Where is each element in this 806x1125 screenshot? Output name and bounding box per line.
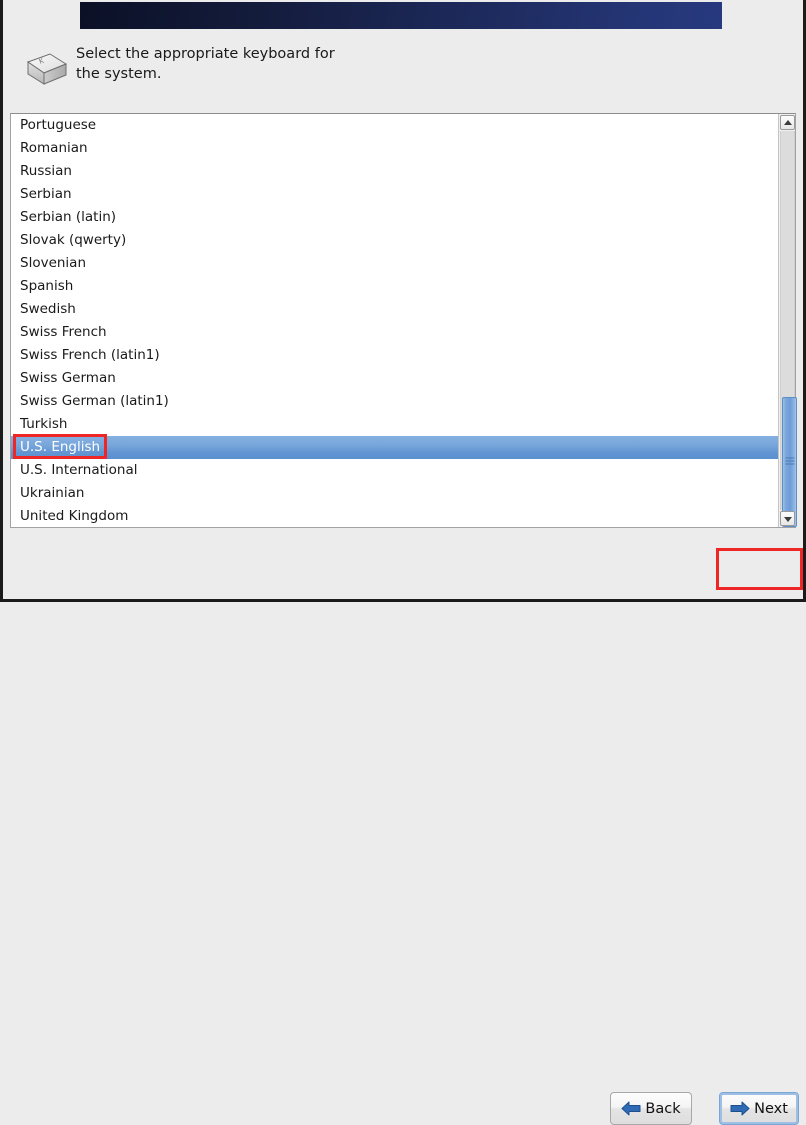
scrollbar-grip-icon	[785, 457, 794, 467]
list-item[interactable]: United Kingdom	[11, 505, 778, 527]
keyboard-key-icon: K	[16, 50, 68, 92]
list-item[interactable]: Spanish	[11, 275, 778, 298]
arrow-right-icon	[730, 1101, 750, 1116]
scrollbar-thumb[interactable]	[782, 397, 797, 527]
list-item[interactable]: U.S. English	[11, 436, 778, 459]
instruction-text: Select the appropriate keyboard for the …	[76, 46, 335, 82]
list-item[interactable]: U.S. International	[11, 459, 778, 482]
list-item[interactable]: Slovak (qwerty)	[11, 229, 778, 252]
next-button-label: Next	[754, 1100, 788, 1117]
instruction-area: K Select the appropriate keyboard for th…	[14, 44, 754, 98]
chevron-down-icon	[783, 516, 792, 522]
scrollbar-track[interactable]	[780, 131, 797, 527]
list-item[interactable]: Swiss German	[11, 367, 778, 390]
list-item[interactable]: Swiss French (latin1)	[11, 344, 778, 367]
window-frame-left-edge	[0, 0, 3, 602]
footer-button-bar: Back Next	[0, 540, 806, 1125]
installer-window: K Select the appropriate keyboard for th…	[0, 0, 806, 1125]
back-button-label: Back	[645, 1100, 681, 1117]
scroll-down-button[interactable]	[780, 511, 795, 526]
list-item[interactable]: Swiss German (latin1)	[11, 390, 778, 413]
arrow-left-icon	[621, 1101, 641, 1116]
list-item[interactable]: Turkish	[11, 413, 778, 436]
list-item[interactable]: Romanian	[11, 137, 778, 160]
list-item[interactable]: Portuguese	[11, 114, 778, 137]
chevron-up-icon	[783, 119, 792, 125]
scroll-up-button[interactable]	[780, 115, 795, 130]
list-item[interactable]: Swedish	[11, 298, 778, 321]
list-item[interactable]: Serbian (latin)	[11, 206, 778, 229]
list-item[interactable]: Russian	[11, 160, 778, 183]
header-banner	[80, 2, 722, 29]
keyboard-list-scrollbar[interactable]	[778, 114, 797, 527]
list-item[interactable]: Serbian	[11, 183, 778, 206]
back-button[interactable]: Back	[610, 1092, 692, 1125]
list-item[interactable]: Ukrainian	[11, 482, 778, 505]
list-item[interactable]: Swiss French	[11, 321, 778, 344]
keyboard-list-items[interactable]: Portuguese Romanian Russian Serbian Serbian …	[11, 114, 778, 527]
next-button[interactable]: Next	[719, 1092, 799, 1125]
keyboard-listbox[interactable]: Portuguese Romanian Russian Serbian Serbian …	[10, 113, 797, 528]
list-item[interactable]: Slovenian	[11, 252, 778, 275]
